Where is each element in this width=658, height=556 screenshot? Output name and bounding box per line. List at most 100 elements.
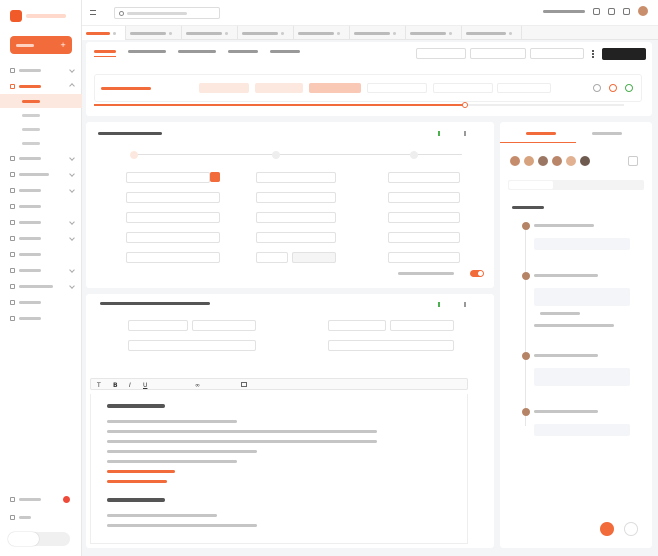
theme-toggle[interactable] bbox=[8, 532, 70, 546]
close-icon[interactable] bbox=[509, 31, 512, 35]
step-2[interactable] bbox=[255, 83, 303, 93]
panel-tab[interactable] bbox=[592, 132, 622, 135]
auto-sync-toggle[interactable] bbox=[470, 270, 484, 277]
company-name-field[interactable] bbox=[126, 172, 210, 183]
sub-tab[interactable] bbox=[270, 50, 300, 53]
tab[interactable] bbox=[406, 26, 462, 40]
sidebar-item-7[interactable] bbox=[0, 214, 82, 230]
department-field[interactable] bbox=[388, 192, 460, 203]
close-icon[interactable] bbox=[169, 31, 172, 35]
close-icon[interactable] bbox=[113, 31, 116, 35]
tax-manager-field[interactable] bbox=[256, 252, 288, 263]
sidebar-item-5[interactable] bbox=[0, 182, 82, 198]
platform-contact-field[interactable] bbox=[328, 320, 386, 331]
customer-contact-field[interactable] bbox=[128, 320, 188, 331]
sidebar-item-4[interactable] bbox=[0, 166, 82, 182]
stage-select[interactable] bbox=[416, 48, 466, 59]
status-select[interactable] bbox=[470, 48, 526, 59]
image-icon[interactable] bbox=[241, 382, 247, 387]
tax-office-field[interactable] bbox=[126, 252, 220, 263]
region-field[interactable] bbox=[126, 192, 220, 203]
apps-icon[interactable] bbox=[593, 7, 600, 15]
link-icon[interactable]: ∞ bbox=[195, 382, 200, 389]
tab[interactable] bbox=[350, 26, 406, 40]
registration-type-field[interactable] bbox=[126, 232, 220, 243]
bank-account-field[interactable] bbox=[388, 252, 460, 263]
bell-icon[interactable] bbox=[608, 7, 615, 15]
send-customer-button[interactable] bbox=[602, 48, 646, 60]
tab[interactable] bbox=[126, 26, 182, 40]
entry-owner-field[interactable] bbox=[388, 212, 460, 223]
more-icon[interactable] bbox=[592, 50, 596, 58]
text-style-icon[interactable]: T bbox=[97, 382, 101, 389]
settings-icon[interactable] bbox=[623, 7, 630, 15]
step-6[interactable] bbox=[497, 83, 551, 93]
close-icon[interactable] bbox=[225, 31, 228, 35]
owner-field[interactable] bbox=[256, 192, 336, 203]
sidebar-item-3[interactable] bbox=[0, 150, 82, 166]
business-amount-field[interactable] bbox=[128, 340, 256, 351]
help-center-item[interactable] bbox=[0, 490, 82, 508]
search-input[interactable] bbox=[114, 7, 220, 19]
close-icon[interactable] bbox=[449, 31, 452, 35]
tax-id-field[interactable] bbox=[292, 252, 336, 263]
tab[interactable] bbox=[238, 26, 294, 40]
avatar[interactable] bbox=[566, 156, 576, 166]
sidebar-item-12[interactable] bbox=[0, 294, 82, 310]
progress-knob[interactable] bbox=[462, 102, 468, 108]
sidebar-item-2[interactable] bbox=[0, 78, 82, 94]
create-button[interactable]: + bbox=[10, 36, 72, 54]
sidebar-subitem-2[interactable] bbox=[0, 108, 82, 122]
avatar[interactable] bbox=[552, 156, 562, 166]
sub-tab-active[interactable] bbox=[94, 50, 116, 53]
company-name[interactable] bbox=[543, 9, 585, 13]
menu-icon[interactable] bbox=[90, 10, 96, 15]
cancel-button[interactable] bbox=[464, 302, 482, 307]
avatar[interactable] bbox=[538, 156, 548, 166]
robot-icon[interactable] bbox=[624, 522, 638, 536]
close-icon[interactable] bbox=[281, 31, 284, 35]
italic-icon[interactable]: I bbox=[129, 382, 131, 389]
sidebar-item-13[interactable] bbox=[0, 310, 82, 326]
close-icon[interactable] bbox=[337, 31, 340, 35]
avatar[interactable] bbox=[524, 156, 534, 166]
platform-phone-field[interactable] bbox=[390, 320, 454, 331]
platform-field[interactable] bbox=[256, 172, 336, 183]
sidebar-subitem-3[interactable] bbox=[0, 122, 82, 136]
taxpayer-type-field[interactable] bbox=[256, 232, 336, 243]
theme-option-light[interactable] bbox=[8, 532, 39, 546]
sidebar-item-8[interactable] bbox=[0, 230, 82, 246]
editor-content[interactable] bbox=[90, 394, 468, 544]
tab[interactable] bbox=[462, 26, 522, 40]
sidebar-item-6[interactable] bbox=[0, 198, 82, 214]
tab[interactable] bbox=[182, 26, 238, 40]
step-5[interactable] bbox=[433, 83, 493, 93]
tab[interactable] bbox=[294, 26, 350, 40]
sidebar-item-11[interactable] bbox=[0, 278, 82, 294]
introducer-field[interactable] bbox=[388, 172, 460, 183]
save-button[interactable] bbox=[438, 131, 456, 136]
avatar[interactable] bbox=[510, 156, 520, 166]
sidebar-item-1[interactable] bbox=[0, 62, 82, 78]
entry-status-field[interactable] bbox=[256, 212, 336, 223]
tab[interactable] bbox=[82, 26, 126, 40]
signing-amount-field[interactable] bbox=[328, 340, 454, 351]
save-button[interactable] bbox=[438, 302, 456, 307]
step-action-icon[interactable] bbox=[593, 84, 601, 92]
sidebar-subitem-active[interactable] bbox=[0, 94, 82, 108]
sidebar-item-9[interactable] bbox=[0, 246, 82, 262]
step-1[interactable] bbox=[199, 83, 249, 93]
bold-icon[interactable]: B bbox=[113, 382, 118, 389]
track-tab-active[interactable] bbox=[509, 181, 553, 189]
cancel-button[interactable] bbox=[464, 131, 482, 136]
sub-tab[interactable] bbox=[128, 50, 166, 53]
lookup-button[interactable] bbox=[210, 172, 220, 182]
panel-tab-active[interactable] bbox=[526, 132, 556, 135]
entry-date-field[interactable] bbox=[126, 212, 220, 223]
avatar[interactable] bbox=[638, 6, 648, 16]
tax-date-field[interactable] bbox=[388, 232, 460, 243]
sidebar-item-10[interactable] bbox=[0, 262, 82, 278]
ai-assistant-icon[interactable] bbox=[600, 522, 614, 536]
sidebar-subitem-4[interactable] bbox=[0, 136, 82, 150]
priority-select[interactable] bbox=[530, 48, 584, 59]
